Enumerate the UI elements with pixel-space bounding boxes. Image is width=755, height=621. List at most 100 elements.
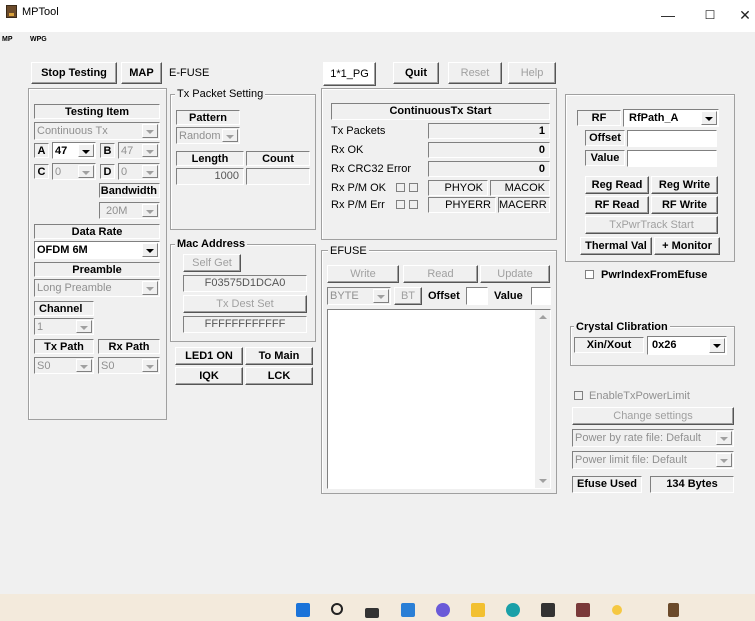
mptool-app-icon xyxy=(6,5,17,18)
help-button[interactable]: Help xyxy=(508,62,556,84)
bandwidth-value: 20M xyxy=(106,205,128,217)
a-select[interactable]: 47 xyxy=(52,142,96,159)
rf-value-field[interactable] xyxy=(627,150,717,167)
edge-icon[interactable] xyxy=(506,603,520,617)
chevron-down-icon xyxy=(76,359,92,372)
efuse-update-button[interactable]: Update xyxy=(480,265,550,283)
maximize-button[interactable]: ☐ xyxy=(690,0,730,32)
reset-button[interactable]: Reset xyxy=(448,62,502,84)
iqk-button[interactable]: IQK xyxy=(175,367,243,385)
bt-button[interactable]: BT xyxy=(394,287,422,305)
bandwidth-select[interactable]: 20M xyxy=(99,202,160,219)
continuous-tx-start-button[interactable]: ContinuousTx Start xyxy=(331,103,550,120)
pm-err-checkbox-1[interactable] xyxy=(396,200,405,209)
data-rate-select[interactable]: OFDM 6M xyxy=(34,241,160,259)
power-limit-select[interactable]: Power limit file: Default xyxy=(572,451,734,469)
monitor-button[interactable]: + Monitor xyxy=(654,237,720,255)
efuse-value-label: Value xyxy=(494,290,523,302)
efuse-value-field[interactable] xyxy=(531,287,551,305)
power-by-rate-value: Power by rate file: Default xyxy=(575,432,701,444)
chevron-down-icon xyxy=(142,124,158,138)
sun-icon[interactable] xyxy=(612,605,622,615)
b-select[interactable]: 47 xyxy=(118,142,160,159)
mac-address-title: Mac Address xyxy=(175,238,248,250)
pm-err-checkbox-2[interactable] xyxy=(409,200,418,209)
crystal-value: 0x26 xyxy=(652,339,677,351)
efuse-output-box[interactable] xyxy=(327,309,551,489)
windows-icon[interactable] xyxy=(296,603,310,617)
search-icon[interactable] xyxy=(331,603,343,615)
macok-field: MACOK xyxy=(490,180,550,196)
scrollbar[interactable] xyxy=(535,310,550,488)
quit-button[interactable]: Quit xyxy=(393,62,439,84)
rf-read-button[interactable]: RF Read xyxy=(585,196,649,214)
efuse-write-button[interactable]: Write xyxy=(327,265,399,283)
pwr-index-label: PwrIndexFromEfuse xyxy=(601,269,708,281)
rf-path-select[interactable]: RfPath_A xyxy=(623,109,719,127)
rf-offset-field[interactable] xyxy=(627,130,717,147)
reg-read-button[interactable]: Reg Read xyxy=(585,176,649,194)
taskview-icon[interactable] xyxy=(365,608,379,618)
tx-path-select[interactable]: S0 xyxy=(34,357,94,374)
chevron-down-icon xyxy=(142,165,158,178)
enable-tx-power-limit-checkbox[interactable] xyxy=(574,391,583,400)
reg-write-button[interactable]: Reg Write xyxy=(651,176,718,194)
chevron-down-icon xyxy=(709,338,725,353)
rf-write-button[interactable]: RF Write xyxy=(651,196,718,214)
pm-ok-checkbox-2[interactable] xyxy=(409,183,418,192)
pm-ok-checkbox-1[interactable] xyxy=(396,183,405,192)
led1-on-button[interactable]: LED1 ON xyxy=(175,347,243,365)
chevron-down-icon xyxy=(373,289,389,303)
map-button[interactable]: MAP xyxy=(121,62,162,84)
d-select[interactable]: 0 xyxy=(118,163,160,180)
mptool-icon[interactable] xyxy=(668,603,679,617)
efuse-mode-value: BYTE xyxy=(330,290,359,302)
channel-value: 1 xyxy=(37,321,44,333)
self-get-button[interactable]: Self Get xyxy=(183,254,241,272)
c-label: C xyxy=(34,164,49,179)
d-label: D xyxy=(100,164,115,179)
to-main-button[interactable]: To Main xyxy=(245,347,313,365)
widgets-icon[interactable] xyxy=(401,603,415,617)
pg-tab[interactable]: 1*1_PG xyxy=(323,62,376,86)
preamble-value: Long Preamble xyxy=(37,282,112,294)
testing-mode-select[interactable]: Continuous Tx xyxy=(34,122,160,140)
efuse-read-button[interactable]: Read xyxy=(403,265,478,283)
channel-select[interactable]: 1 xyxy=(34,318,94,335)
store-icon[interactable] xyxy=(541,603,555,617)
pwr-index-checkbox[interactable] xyxy=(585,270,594,279)
stop-testing-button[interactable]: Stop Testing xyxy=(31,62,117,84)
length-value[interactable]: 1000 xyxy=(176,168,244,185)
tx-path-label: Tx Path xyxy=(34,339,94,354)
menu-item-mp[interactable]: MP xyxy=(2,36,13,43)
count-field[interactable] xyxy=(246,168,310,185)
tx-dest-set-button[interactable]: Tx Dest Set xyxy=(183,295,307,313)
app-icon[interactable] xyxy=(576,603,590,617)
chat-icon[interactable] xyxy=(436,603,450,617)
change-settings-button[interactable]: Change settings xyxy=(572,407,734,425)
rx-path-select[interactable]: S0 xyxy=(98,357,160,374)
scroll-down-icon xyxy=(539,479,547,483)
chevron-down-icon xyxy=(142,204,158,217)
lck-button[interactable]: LCK xyxy=(245,367,313,385)
efuse-tab[interactable]: E-FUSE xyxy=(169,66,209,80)
explorer-icon[interactable] xyxy=(471,603,485,617)
tx-path-value: S0 xyxy=(37,360,51,372)
preamble-select[interactable]: Long Preamble xyxy=(34,279,160,297)
mac-address-field[interactable]: F03575D1DCA0 xyxy=(183,275,307,292)
minimize-button[interactable]: — xyxy=(648,0,688,32)
menu-item-wpg[interactable]: WPG xyxy=(30,36,47,43)
crystal-value-select[interactable]: 0x26 xyxy=(647,336,727,355)
dest-address-field[interactable]: FFFFFFFFFFFF xyxy=(183,316,307,333)
thermal-val-button[interactable]: Thermal Val xyxy=(580,237,652,255)
tx-packets-value: 1 xyxy=(428,123,550,139)
efuse-mode-select[interactable]: BYTE xyxy=(327,287,391,305)
close-button[interactable]: ✕ xyxy=(725,0,755,32)
txpwrtrack-start-button[interactable]: TxPwrTrack Start xyxy=(585,216,718,234)
scroll-up-icon xyxy=(539,315,547,319)
c-select[interactable]: 0 xyxy=(52,163,96,180)
pattern-select[interactable]: Random xyxy=(176,127,240,144)
power-by-rate-select[interactable]: Power by rate file: Default xyxy=(572,429,734,447)
preamble-label: Preamble xyxy=(34,262,160,277)
efuse-offset-field[interactable] xyxy=(466,287,488,305)
